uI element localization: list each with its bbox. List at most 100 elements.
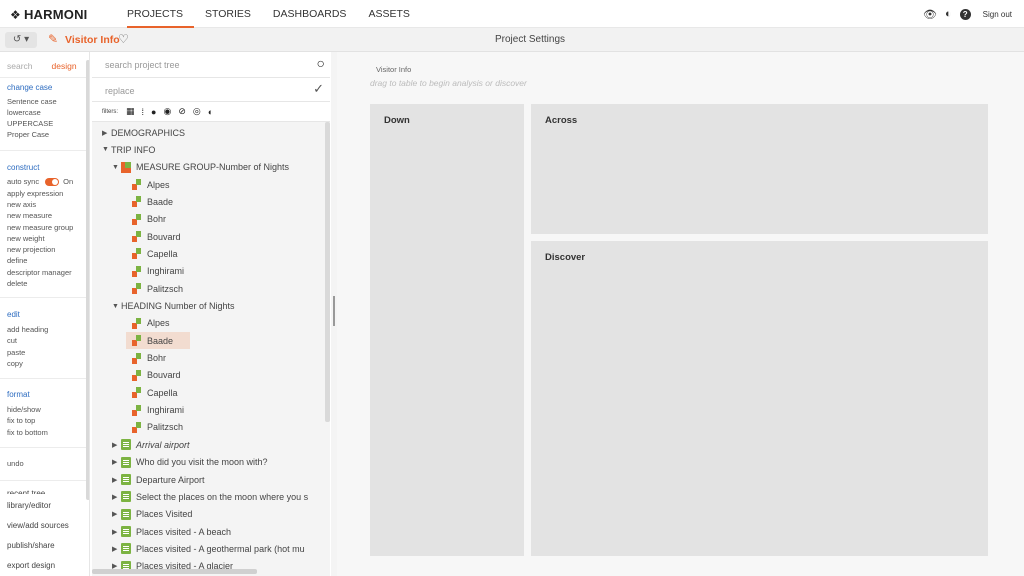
contrast-icon[interactable]: ◐ (945, 8, 952, 20)
sign-out-link[interactable]: Sign out (983, 10, 1012, 19)
list-variable-icon (121, 508, 131, 520)
tree-node[interactable]: Bouvard (132, 367, 181, 384)
tree-node[interactable]: Bohr (132, 211, 166, 228)
cmd-cut[interactable]: cut (7, 336, 17, 346)
tree-node-label: Capella (147, 387, 178, 398)
tree-node[interactable]: ▼ HEADING Number of Nights (112, 298, 235, 315)
tree-node[interactable]: Bohr (132, 350, 166, 367)
cmd-new-axis[interactable]: new axis (7, 200, 36, 210)
caret-right-icon[interactable]: ▶ (112, 493, 121, 501)
tree-node[interactable]: Baade (126, 332, 190, 350)
tree-node[interactable]: ▶ Who did you visit the moon with? (112, 454, 268, 471)
cmd-proper-case[interactable]: Proper Case (7, 130, 49, 140)
eye-filter-icon[interactable]: ◉ (163, 106, 171, 117)
tree-node[interactable]: ▶ Places visited - A geothermal park (hot… (112, 540, 305, 557)
pin-filter-icon[interactable]: ● (151, 107, 156, 117)
cmd-delete[interactable]: delete (7, 279, 27, 289)
cmd-new-measure-group[interactable]: new measure group (7, 223, 73, 233)
tree-node-label: Places visited - A beach (136, 526, 232, 537)
cmd-add-heading[interactable]: add heading (7, 325, 48, 335)
tree-horizontal-scrollbar[interactable] (92, 569, 257, 574)
cmd-new-weight[interactable]: new weight (7, 234, 45, 244)
command-scrollbar[interactable] (86, 60, 89, 500)
nav-tab-stories[interactable]: STORIES (194, 0, 262, 28)
cmd-paste[interactable]: paste (7, 348, 25, 358)
tree-node[interactable]: ▶ Departure Airport (112, 471, 205, 488)
cmd-lowercase[interactable]: lowercase (7, 108, 41, 118)
tree-node[interactable]: Palitzsch (132, 280, 183, 297)
tree-node[interactable]: Baade (132, 193, 173, 210)
tree-replace-input[interactable]: replace (105, 86, 135, 96)
cmd-fix-to-bottom[interactable]: fix to bottom (7, 428, 48, 438)
tree-node[interactable]: Palitzsch (132, 419, 183, 436)
tree-node-label: Select the places on the moon where you … (136, 491, 309, 502)
column-filter-icon[interactable]: ⁞ (142, 107, 145, 117)
drop-zone-across[interactable]: Across (531, 104, 988, 234)
link-recent-tree[interactable]: recent tree (7, 489, 45, 494)
caret-down-icon[interactable]: ▼ (112, 303, 121, 310)
tree-scrollbar[interactable] (325, 122, 330, 422)
target-filter-icon[interactable]: ◎ (193, 106, 201, 117)
eye-settings-icon[interactable]: 👁 (923, 8, 937, 21)
nav-tab-projects[interactable]: PROJECTS (127, 0, 195, 28)
cmd-hide-show[interactable]: hide/show (7, 405, 41, 415)
leaf-variable-icon (132, 283, 142, 295)
caret-right-icon[interactable]: ▶ (112, 441, 121, 449)
search-icon[interactable]: ○ (317, 55, 325, 71)
nav-tab-dashboards[interactable]: DASHBOARDS (262, 0, 358, 28)
link-view-add-sources[interactable]: view/add sources (7, 521, 69, 531)
tree-node[interactable]: ▶ Arrival airport (112, 436, 190, 453)
caret-right-icon[interactable]: ▶ (112, 528, 121, 536)
caret-right-icon[interactable]: ▶ (112, 476, 121, 484)
cmd-copy[interactable]: copy (7, 359, 23, 369)
tree-node[interactable]: Bouvard (132, 228, 181, 245)
cmd-new-measure[interactable]: new measure (7, 211, 52, 221)
cmd-define[interactable]: define (7, 256, 27, 266)
cmd-apply-expression[interactable]: apply expression (7, 189, 63, 199)
caret-right-icon[interactable]: ▶ (112, 458, 121, 466)
link-publish-share[interactable]: publish/share (7, 541, 55, 551)
tree-node[interactable]: Inghirami (132, 263, 184, 280)
drop-zone-discover[interactable]: Discover (531, 241, 988, 556)
tree-node[interactable]: Alpes (132, 315, 170, 332)
tree-node[interactable]: ▼ TRIP INFO (102, 141, 155, 158)
tree-search-input[interactable]: search project tree (105, 60, 180, 70)
cmd-sentence-case[interactable]: Sentence case (7, 97, 57, 107)
drop-zone-down[interactable]: Down (370, 104, 524, 556)
tree-node[interactable]: ▶ Places Visited (112, 506, 192, 523)
tree-node[interactable]: Capella (132, 384, 178, 401)
tree-node[interactable]: ▶ DEMOGRAPHICS (102, 124, 185, 141)
tab-design[interactable]: design (52, 61, 77, 71)
leaf-variable-icon (132, 387, 142, 399)
cmd-auto-sync[interactable]: auto sync On (7, 177, 73, 187)
auto-sync-toggle[interactable] (45, 178, 60, 187)
cmd-undo[interactable]: undo (7, 459, 24, 469)
tree-node[interactable]: Capella (132, 245, 178, 262)
caret-down-icon[interactable]: ▼ (112, 164, 121, 171)
cmd-uppercase[interactable]: UPPERCASE (7, 119, 53, 129)
main-nav-tabs: PROJECTS STORIES DASHBOARDS ASSETS (127, 0, 421, 28)
link-library-editor[interactable]: library/editor (7, 501, 51, 511)
caret-right-icon[interactable]: ▶ (112, 510, 121, 518)
cmd-fix-to-top[interactable]: fix to top (7, 416, 35, 426)
help-icon[interactable]: ? (959, 8, 971, 20)
link-export-design[interactable]: export design (7, 561, 55, 571)
app-logo[interactable]: ❖ HARMONI (10, 7, 87, 22)
grid-filter-icon[interactable]: ▦ (126, 106, 135, 117)
tree-node[interactable]: Inghirami (132, 402, 184, 419)
caret-right-icon[interactable]: ▶ (112, 545, 121, 553)
tree-node[interactable]: Alpes (132, 176, 170, 193)
tree-node[interactable]: ▶ Places visited - A beach (112, 523, 231, 540)
list-variable-icon (121, 526, 131, 538)
nav-tab-assets[interactable]: ASSETS (357, 0, 420, 28)
tree-node[interactable]: ▼ MEASURE GROUP-Number of Nights (112, 159, 289, 176)
reveal-filter-icon[interactable]: ◐ (208, 107, 213, 117)
cmd-descriptor-manager[interactable]: descriptor manager (7, 268, 72, 278)
cmd-new-projection[interactable]: new projection (7, 245, 55, 255)
tree-node[interactable]: ▶ Select the places on the moon where you… (112, 488, 308, 505)
tab-search[interactable]: search (7, 61, 33, 71)
hidden-filter-icon[interactable]: ⊘ (178, 106, 186, 117)
caret-down-icon[interactable]: ▼ (102, 146, 111, 153)
caret-right-icon[interactable]: ▶ (102, 129, 111, 137)
check-icon[interactable]: ✓ (313, 81, 324, 97)
